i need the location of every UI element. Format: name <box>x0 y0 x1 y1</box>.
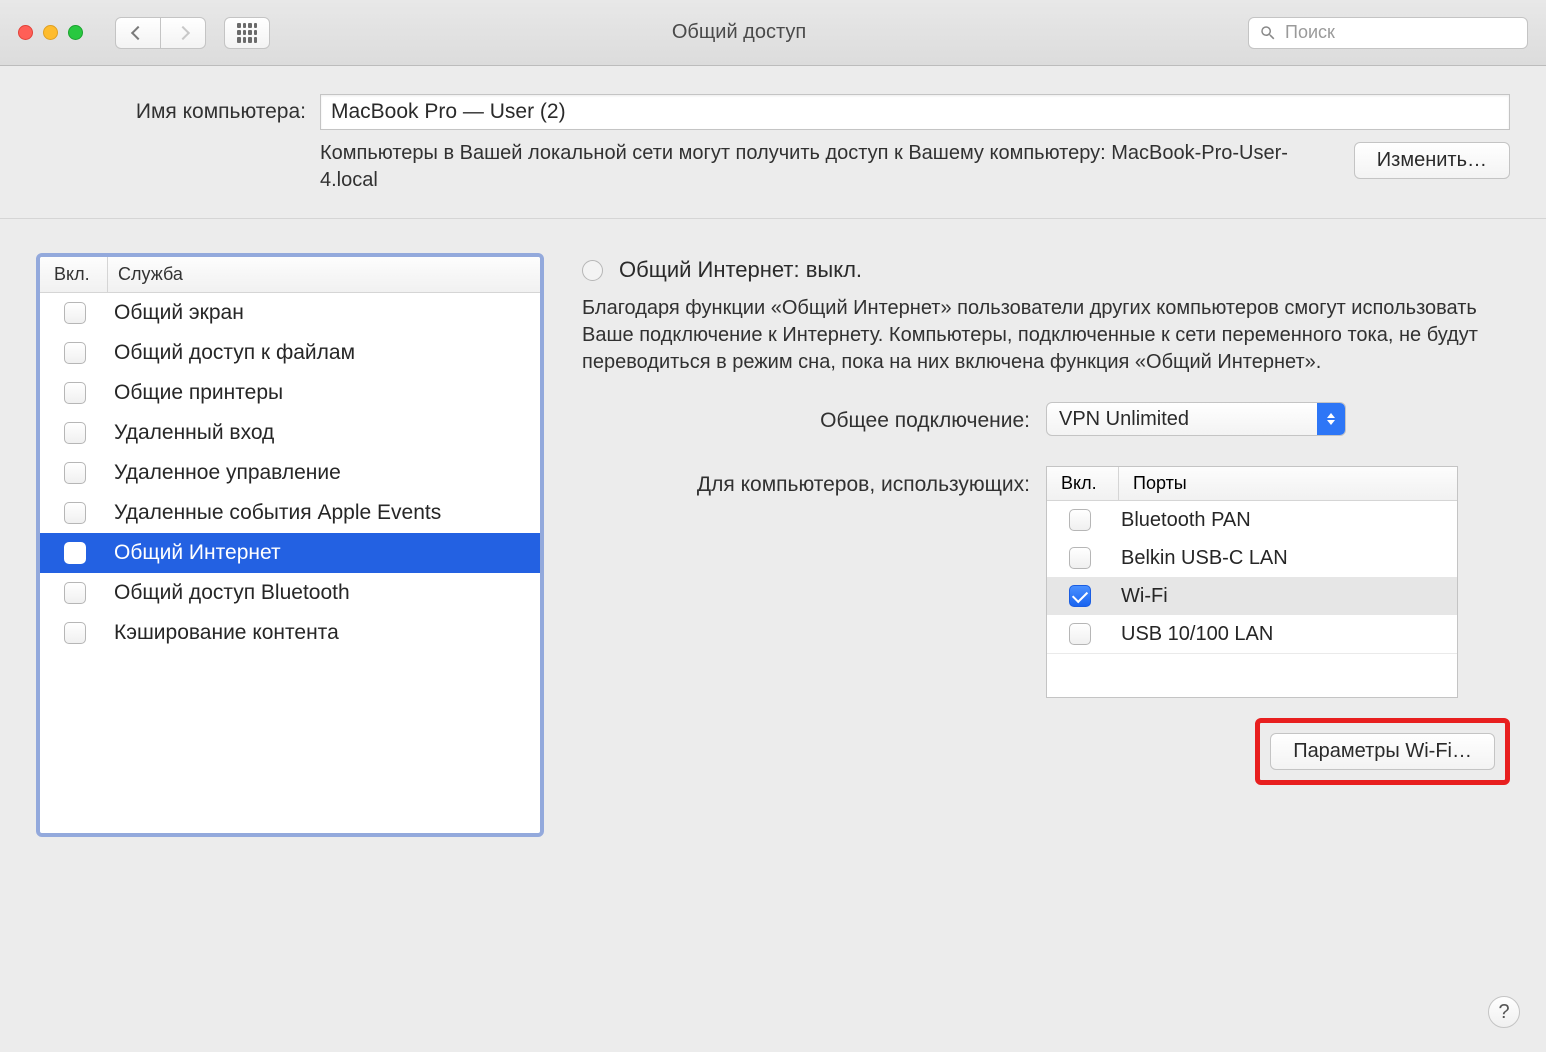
forward-button[interactable] <box>160 17 206 49</box>
service-label: Удаленный вход <box>114 421 274 445</box>
sharing-preferences-window: Общий доступ Поиск Имя компьютера: Компь… <box>0 0 1546 1052</box>
ports-header-on: Вкл. <box>1047 467 1119 500</box>
port-row[interactable]: USB 10/100 LAN <box>1047 615 1457 653</box>
services-header: Вкл. Служба <box>40 257 540 293</box>
help-button[interactable]: ? <box>1488 996 1520 1028</box>
computer-name-label: Имя компьютера: <box>36 100 306 124</box>
window-controls <box>18 25 83 40</box>
service-checkbox[interactable] <box>64 582 86 604</box>
status-radio-icon <box>582 260 603 281</box>
wifi-options-highlight: Параметры Wi-Fi… <box>1255 718 1510 785</box>
services-header-service: Служба <box>108 257 540 292</box>
services-list[interactable]: Общий экран Общий доступ к файлам Общие пр… <box>40 293 540 833</box>
services-table: Вкл. Служба Общий экран Общий доступ к фа… <box>36 253 544 837</box>
service-row[interactable]: Удаленный вход <box>40 413 540 453</box>
service-detail: Общий Интернет: выкл. Благодаря функции … <box>582 253 1510 837</box>
port-row[interactable]: Bluetooth PAN <box>1047 501 1457 539</box>
port-label: Belkin USB-C LAN <box>1121 547 1288 570</box>
service-label: Общий доступ к файлам <box>114 341 355 365</box>
service-label: Общий Интернет <box>114 541 281 565</box>
service-label: Общие принтеры <box>114 381 283 405</box>
window-title: Общий доступ <box>278 21 1240 44</box>
port-label: Bluetooth PAN <box>1121 509 1251 532</box>
sharing-content: Вкл. Служба Общий экран Общий доступ к фа… <box>0 219 1546 861</box>
port-checkbox[interactable] <box>1069 547 1091 569</box>
service-label: Общий доступ Bluetooth <box>114 581 350 605</box>
back-button[interactable] <box>115 17 161 49</box>
search-placeholder: Поиск <box>1285 22 1335 43</box>
port-checkbox[interactable] <box>1069 509 1091 531</box>
ports-footer <box>1047 653 1457 697</box>
search-icon <box>1259 24 1277 42</box>
service-row[interactable]: Общий доступ к файлам <box>40 333 540 373</box>
service-label: Кэширование контента <box>114 621 339 645</box>
chevron-left-icon <box>131 25 145 39</box>
share-from-label: Общее подключение: <box>582 402 1030 435</box>
ports-table: Вкл. Порты Bluetooth PAN Belkin USB-C LAN… <box>1046 466 1458 698</box>
service-label: Общий экран <box>114 301 244 325</box>
computer-name-input[interactable] <box>320 94 1510 130</box>
services-header-on: Вкл. <box>40 257 108 292</box>
select-stepper-icon <box>1317 403 1345 435</box>
grid-icon <box>237 23 257 43</box>
to-computers-row: Для компьютеров, использующих: Вкл. Порт… <box>582 466 1510 785</box>
service-checkbox[interactable] <box>64 542 86 564</box>
service-row[interactable]: Удаленные события Apple Events <box>40 493 540 533</box>
share-from-select[interactable]: VPN Unlimited <box>1046 402 1346 436</box>
minimize-window-button[interactable] <box>43 25 58 40</box>
computer-name-description: Компьютеры в Вашей локальной сети могут … <box>320 140 1354 194</box>
service-row[interactable]: Общий экран <box>40 293 540 333</box>
service-checkbox[interactable] <box>64 422 86 444</box>
service-row[interactable]: Общие принтеры <box>40 373 540 413</box>
service-checkbox[interactable] <box>64 622 86 644</box>
service-checkbox[interactable] <box>64 342 86 364</box>
service-label: Удаленные события Apple Events <box>114 501 441 525</box>
service-status-row: Общий Интернет: выкл. <box>582 257 1510 283</box>
nav-segment <box>115 17 206 49</box>
service-checkbox[interactable] <box>64 502 86 524</box>
ports-header: Вкл. Порты <box>1047 467 1457 501</box>
wifi-options-button[interactable]: Параметры Wi-Fi… <box>1270 733 1495 770</box>
port-row[interactable]: Belkin USB-C LAN <box>1047 539 1457 577</box>
service-label: Удаленное управление <box>114 461 341 485</box>
service-status-text: Общий Интернет: выкл. <box>619 257 862 283</box>
to-computers-label: Для компьютеров, использующих: <box>582 466 1030 499</box>
chevron-right-icon <box>176 25 190 39</box>
service-row[interactable]: Удаленное управление <box>40 453 540 493</box>
ports-header-ports: Порты <box>1119 467 1457 500</box>
share-from-value: VPN Unlimited <box>1047 408 1317 431</box>
ports-list[interactable]: Bluetooth PAN Belkin USB-C LAN Wi-Fi USB 10… <box>1047 501 1457 653</box>
close-window-button[interactable] <box>18 25 33 40</box>
search-field[interactable]: Поиск <box>1248 17 1528 49</box>
port-label: USB 10/100 LAN <box>1121 623 1273 646</box>
service-checkbox[interactable] <box>64 382 86 404</box>
port-label: Wi-Fi <box>1121 585 1168 608</box>
service-checkbox[interactable] <box>64 462 86 484</box>
service-row[interactable]: Общий Интернет <box>40 533 540 573</box>
service-description: Благодаря функции «Общий Интернет» польз… <box>582 295 1510 376</box>
show-all-button[interactable] <box>224 17 270 49</box>
service-row[interactable]: Общий доступ Bluetooth <box>40 573 540 613</box>
edit-hostname-button[interactable]: Изменить… <box>1354 142 1510 179</box>
zoom-window-button[interactable] <box>68 25 83 40</box>
share-from-row: Общее подключение: VPN Unlimited <box>582 402 1510 436</box>
computer-name-section: Имя компьютера: Компьютеры в Вашей локал… <box>0 66 1546 219</box>
port-checkbox[interactable] <box>1069 623 1091 645</box>
toolbar: Общий доступ Поиск <box>0 0 1546 66</box>
service-checkbox[interactable] <box>64 302 86 324</box>
port-checkbox[interactable] <box>1069 585 1091 607</box>
port-row[interactable]: Wi-Fi <box>1047 577 1457 615</box>
help-icon: ? <box>1498 1001 1509 1024</box>
service-row[interactable]: Кэширование контента <box>40 613 540 653</box>
